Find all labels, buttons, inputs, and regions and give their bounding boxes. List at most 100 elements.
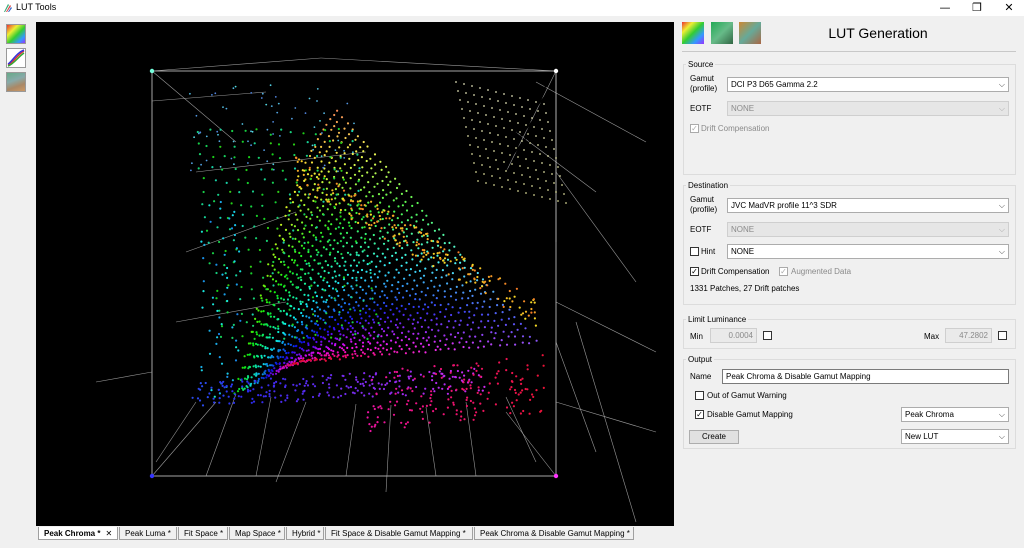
- gamut-point: [319, 347, 322, 350]
- gamut-point: [279, 260, 283, 264]
- gamut-point: [363, 394, 366, 397]
- gamut-point: [508, 297, 511, 300]
- gamut-point: [282, 239, 286, 242]
- restore-button[interactable]: ❐: [962, 0, 992, 16]
- min-luminance-checkbox[interactable]: [763, 331, 772, 340]
- gamut-point: [434, 372, 438, 376]
- tab-6[interactable]: Peak Chroma & Disable Gamut Mapping *: [474, 527, 634, 540]
- gamut-point: [232, 323, 235, 326]
- tab-5[interactable]: Fit Space & Disable Gamut Mapping *: [325, 527, 473, 540]
- gamut-point: [220, 323, 223, 326]
- max-luminance-checkbox[interactable]: [998, 331, 1007, 340]
- map-image-icon[interactable]: [6, 72, 26, 92]
- dest-drift-checkbox[interactable]: ✓: [690, 267, 699, 276]
- gamut-point: [413, 327, 416, 330]
- gamut-point: [463, 310, 466, 313]
- gamut-point: [340, 316, 343, 320]
- gamut-point: [318, 209, 322, 212]
- gamut-point: [218, 316, 221, 319]
- gamut-3d-viewport[interactable]: [36, 22, 674, 526]
- gamut-point: [515, 399, 518, 402]
- gamut-point: [406, 282, 409, 285]
- lut-target-select[interactable]: New LUT ⌵: [901, 429, 1009, 444]
- minimize-button[interactable]: —: [930, 0, 960, 16]
- hint-select[interactable]: NONE ⌵: [727, 244, 1009, 259]
- cube-orange-icon[interactable]: [739, 22, 761, 44]
- gamut-point: [281, 169, 284, 172]
- hint-checkbox[interactable]: [690, 247, 699, 256]
- gamut-point: [459, 319, 462, 322]
- gamut-point: [365, 304, 368, 307]
- close-button[interactable]: ✕: [994, 0, 1024, 16]
- gamut-point: [374, 346, 377, 349]
- gamut-point: [409, 314, 412, 317]
- gamut-point: [551, 173, 553, 175]
- source-gamut-select[interactable]: DCI P3 D65 Gamma 2.2 ⌵: [727, 77, 1009, 92]
- gamut-point: [406, 219, 409, 222]
- gamut-plot: [95, 57, 657, 523]
- gamut-point: [422, 274, 426, 277]
- gamut-point: [240, 312, 243, 315]
- curve-graph-icon[interactable]: [6, 48, 26, 68]
- gamut-point: [278, 340, 281, 343]
- gamut-point: [531, 185, 533, 187]
- gamut-point: [284, 289, 288, 292]
- gamut-point: [442, 259, 445, 262]
- gamut-point: [481, 278, 485, 281]
- output-name-input[interactable]: Peak Chroma & Disable Gamut Mapping: [722, 369, 1009, 384]
- gamut-point: [448, 241, 451, 244]
- gamut-point: [373, 292, 376, 295]
- gamut-point: [328, 284, 331, 288]
- gamut-point: [531, 151, 533, 153]
- gamut-point: [304, 382, 308, 385]
- gamut-point: [325, 378, 328, 381]
- gamut-point: [498, 361, 501, 364]
- gamut-point: [307, 298, 310, 301]
- gamut-point: [232, 140, 235, 143]
- mapping-mode-select[interactable]: Peak Chroma ⌵: [901, 407, 1009, 422]
- gamut-point: [381, 290, 384, 293]
- gamut-point: [421, 417, 424, 420]
- gamut-point: [392, 413, 396, 416]
- gamut-point: [345, 385, 348, 388]
- cube-green-icon[interactable]: [711, 22, 733, 44]
- out-of-gamut-checkbox[interactable]: [695, 391, 704, 400]
- gamut-cube-icon[interactable]: [6, 24, 26, 44]
- gamut-point: [200, 230, 203, 233]
- gamut-point: [382, 189, 385, 192]
- gamut-point: [326, 391, 329, 394]
- gamut-point: [419, 260, 422, 263]
- tab-2[interactable]: Fit Space *: [178, 527, 228, 540]
- close-tab-icon[interactable]: ✕: [105, 529, 112, 538]
- gamut-point: [347, 203, 350, 206]
- gamut-point: [476, 279, 479, 282]
- gamut-point: [443, 257, 447, 260]
- gamut-point: [403, 277, 406, 280]
- gamut-point: [218, 397, 221, 400]
- gamut-point: [395, 318, 399, 321]
- gamut-point: [329, 203, 332, 206]
- tab-0[interactable]: Peak Chroma * ✕: [38, 527, 118, 540]
- tab-4[interactable]: Hybrid *: [286, 527, 324, 540]
- gamut-point: [541, 128, 543, 130]
- gamut-point: [443, 383, 446, 386]
- gamut-point: [392, 313, 395, 316]
- gamut-point: [446, 406, 449, 409]
- gamut-point: [479, 87, 481, 89]
- gamut-point: [311, 213, 314, 217]
- gamut-point: [513, 138, 515, 140]
- gamut-point: [327, 220, 330, 223]
- gamut-point: [339, 337, 342, 340]
- gamut-point: [266, 226, 270, 230]
- dest-gamut-select[interactable]: JVC MadVR profile 11^3 SDR ⌵: [727, 198, 1009, 213]
- gamut-point: [401, 367, 404, 370]
- gamut-point: [342, 349, 345, 352]
- cube-color-icon[interactable]: [682, 22, 704, 44]
- tab-1[interactable]: Peak Luma *: [119, 527, 177, 540]
- create-button[interactable]: Create: [689, 430, 739, 444]
- disable-gamut-mapping-checkbox[interactable]: ✓: [695, 410, 704, 419]
- gamut-point: [524, 310, 528, 313]
- gamut-point: [419, 342, 423, 345]
- tab-3[interactable]: Map Space *: [229, 527, 285, 540]
- gamut-point: [412, 351, 415, 354]
